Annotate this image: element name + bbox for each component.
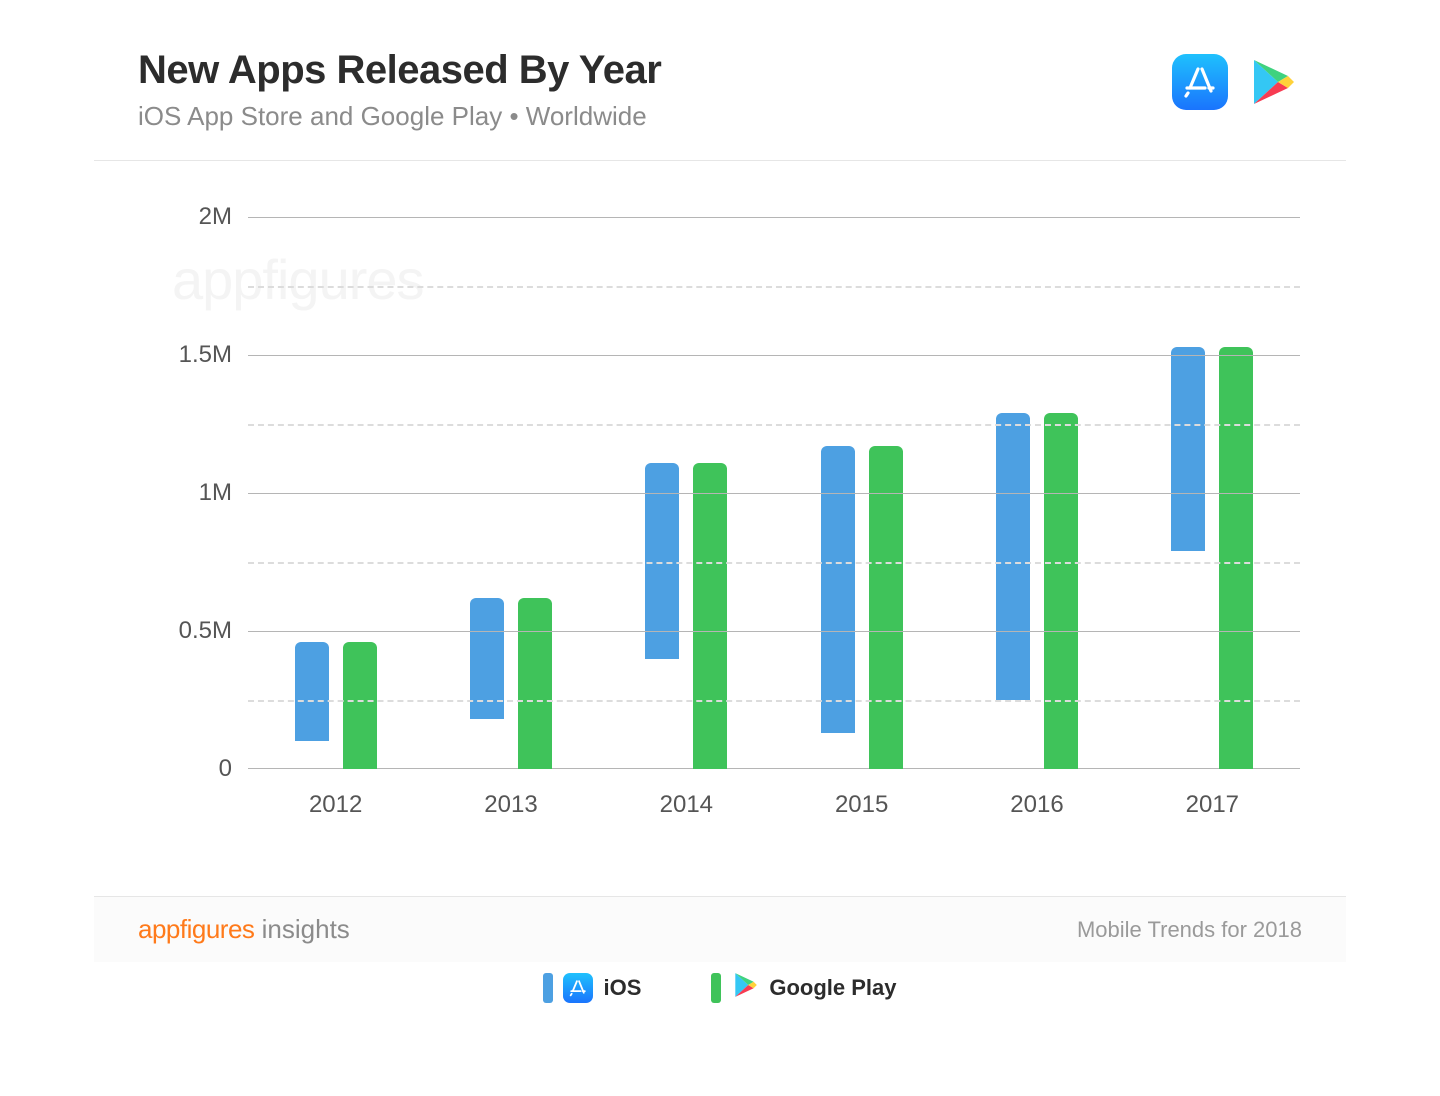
bar-google-play (869, 446, 903, 769)
bar-google-play (518, 598, 552, 769)
bar-ios (1171, 347, 1205, 551)
y-axis-tick-label: 2M (140, 203, 232, 231)
bar-ios (295, 642, 329, 741)
chart-header: New Apps Released By Year iOS App Store … (94, 0, 1346, 161)
bar-google-play (1044, 413, 1078, 769)
bar-google-play (343, 642, 377, 769)
legend-label-google-play: Google Play (769, 975, 896, 1001)
footer-brand: appfigures insights (138, 914, 350, 945)
bar-group: 2014 (626, 463, 746, 769)
bar-group: 2017 (1152, 347, 1272, 769)
bar-group: 2015 (802, 446, 922, 769)
bar-ios (996, 413, 1030, 700)
bar-group: 2013 (451, 598, 571, 769)
x-axis-tick-label: 2015 (835, 791, 888, 819)
x-axis-tick-label: 2013 (484, 791, 537, 819)
x-axis-tick-label: 2017 (1186, 791, 1239, 819)
app-store-icon (563, 973, 593, 1003)
x-axis-tick-label: 2012 (309, 791, 362, 819)
bar-google-play (1219, 347, 1253, 769)
chart-plot-area: appfigures 201220132014201520162017 00.5… (140, 217, 1300, 857)
app-store-icon (1172, 54, 1228, 110)
bar-group: 2016 (977, 413, 1097, 769)
bar-ios (821, 446, 855, 733)
footer-brand-highlight: appfigures (138, 914, 254, 944)
chart-footer: appfigures insights Mobile Trends for 20… (94, 896, 1346, 962)
chart-subtitle: iOS App Store and Google Play • Worldwid… (138, 101, 661, 132)
store-icons (1172, 54, 1298, 110)
x-axis-tick-label: 2016 (1010, 791, 1063, 819)
footer-brand-rest: insights (254, 914, 349, 944)
google-play-icon (1246, 56, 1298, 108)
y-axis-tick-label: 0 (140, 755, 232, 783)
legend-item-google-play: Google Play (711, 971, 896, 1004)
y-axis-tick-label: 1M (140, 479, 232, 507)
y-axis-tick-label: 1.5M (140, 341, 232, 369)
chart-legend: iOS Google Play (94, 971, 1346, 1004)
legend-swatch-ios (543, 973, 553, 1003)
x-axis-tick-label: 2014 (660, 791, 713, 819)
legend-label-ios: iOS (603, 975, 641, 1001)
google-play-icon (731, 971, 759, 1004)
footer-caption: Mobile Trends for 2018 (1077, 917, 1302, 943)
y-axis-tick-label: 0.5M (140, 617, 232, 645)
bar-group: 2012 (276, 642, 396, 769)
legend-item-ios: iOS (543, 973, 641, 1003)
bar-google-play (693, 463, 727, 769)
chart-title: New Apps Released By Year (138, 48, 661, 93)
legend-swatch-google-play (711, 973, 721, 1003)
